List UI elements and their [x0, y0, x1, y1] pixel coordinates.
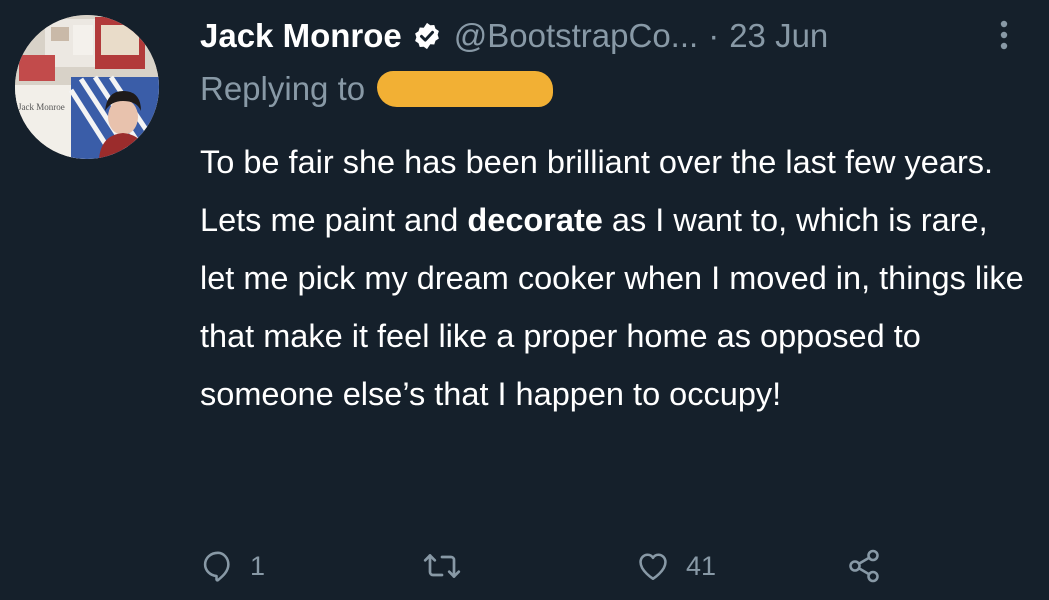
tweet-date[interactable]: 23 Jun	[729, 17, 828, 55]
redacted-username[interactable]	[377, 71, 554, 107]
tweet-text: To be fair she has been brilliant over t…	[200, 133, 1030, 423]
retweet-icon	[423, 554, 461, 578]
tweet-text-bold: decorate	[467, 202, 603, 238]
tweet-header: Jack Monroe @BootstrapCo... · 23 Jun	[200, 12, 828, 60]
tweet-card[interactable]: Jack Monroe Jack Monroe @BootstrapCo... …	[0, 0, 1049, 600]
replying-to-label: Replying to	[200, 70, 366, 107]
verified-badge-icon	[412, 21, 442, 51]
avatar[interactable]: Jack Monroe	[15, 15, 159, 159]
avatar-image: Jack Monroe	[15, 15, 159, 159]
reply-icon	[203, 551, 230, 582]
reply-button[interactable]: 1	[200, 548, 265, 584]
replying-to: Replying to	[200, 70, 554, 108]
share-button[interactable]	[846, 548, 882, 584]
more-vertical-icon[interactable]	[992, 18, 1016, 54]
reply-count: 1	[250, 550, 266, 581]
like-count: 41	[686, 550, 717, 581]
share-icon	[849, 549, 879, 583]
heart-icon	[639, 553, 667, 581]
author-handle[interactable]: @BootstrapCo...	[454, 17, 698, 55]
action-bar: 1 41	[200, 548, 900, 588]
like-button[interactable]: 41	[634, 548, 716, 584]
retweet-button[interactable]	[422, 548, 476, 584]
header-separator: ·	[708, 17, 720, 54]
author-name[interactable]: Jack Monroe	[200, 17, 402, 55]
avatar-caption: Jack Monroe	[18, 102, 65, 112]
